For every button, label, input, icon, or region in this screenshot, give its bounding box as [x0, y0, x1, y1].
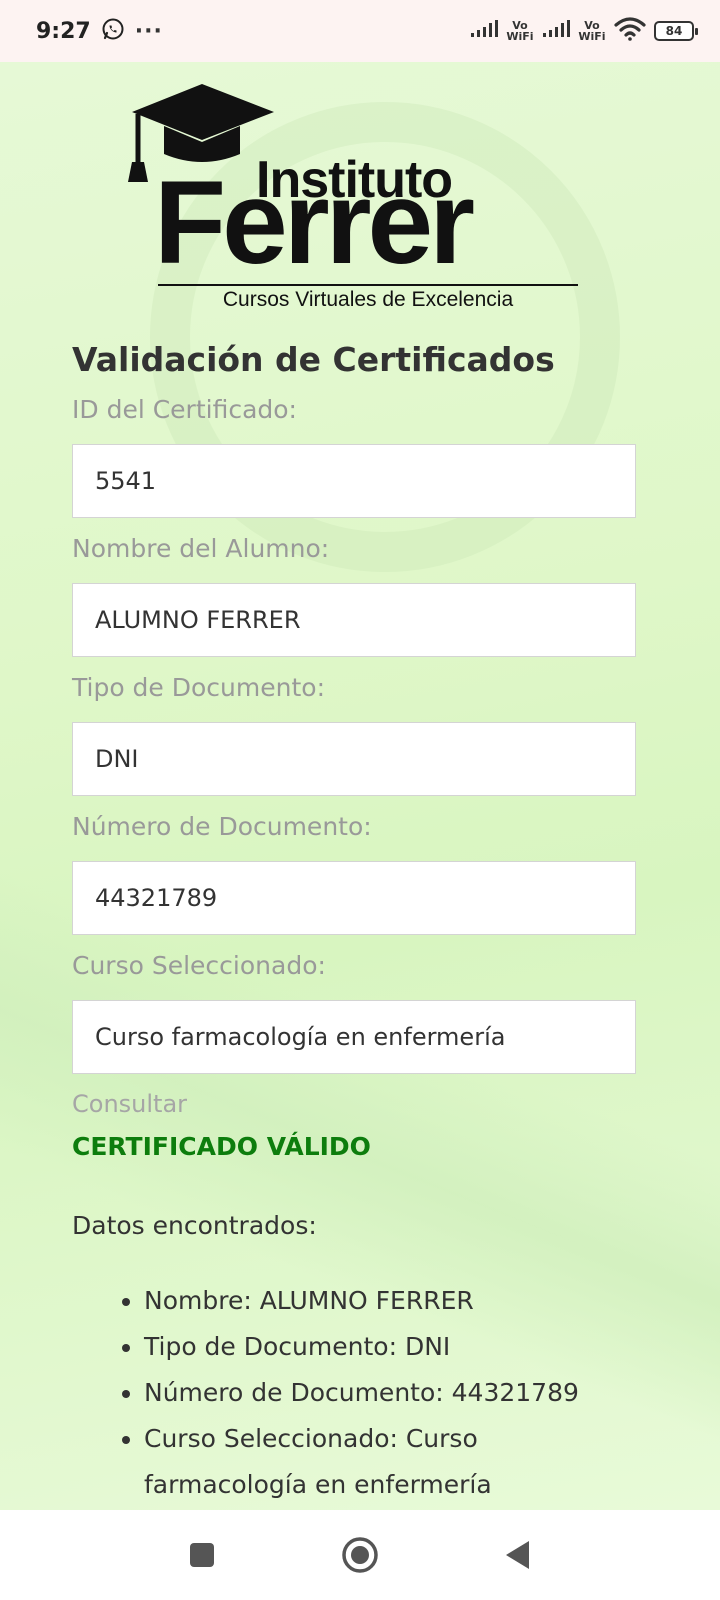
- document-type-label: Tipo de Documento:: [72, 673, 325, 702]
- validation-status: CERTIFICADO VÁLIDO: [72, 1132, 371, 1161]
- certificate-id-input[interactable]: 5541: [72, 444, 636, 518]
- status-bar: 9:27 ··· Vo WiFi Vo WiFi 84: [0, 0, 720, 62]
- home-button[interactable]: [341, 1536, 379, 1574]
- found-name-item: Nombre: ALUMNO FERRER: [122, 1278, 636, 1324]
- document-number-label: Número de Documento:: [72, 812, 372, 841]
- found-data-heading: Datos encontrados:: [72, 1211, 317, 1240]
- status-left: 9:27 ···: [36, 17, 163, 45]
- signal-icon: [542, 19, 570, 43]
- student-name-input[interactable]: ALUMNO FERRER: [72, 583, 636, 657]
- battery-icon: 84: [654, 21, 698, 41]
- wifi-icon: [614, 17, 646, 45]
- validation-form: Validación de Certificados ID del Certif…: [72, 340, 636, 1508]
- found-course-item: Curso Seleccionado: Curso farmacología e…: [122, 1416, 636, 1508]
- recents-square-icon: [190, 1543, 214, 1567]
- found-document-number-item: Número de Documento: 44321789: [122, 1370, 636, 1416]
- document-number-input[interactable]: 44321789: [72, 861, 636, 935]
- logo-tagline: Cursos Virtuales de Excelencia: [222, 288, 514, 311]
- signal-icon: [470, 19, 498, 43]
- selected-course-label: Curso Seleccionado:: [72, 951, 326, 980]
- recents-button[interactable]: [183, 1536, 221, 1574]
- back-button[interactable]: [499, 1536, 537, 1574]
- page-content: Instituto Ferrer Cursos Virtuales de Exc…: [0, 62, 720, 1510]
- vowifi-label-1: Vo WiFi: [506, 19, 534, 43]
- navigation-bar: [0, 1510, 720, 1600]
- more-notifications-icon: ···: [134, 18, 163, 44]
- logo-divider: [158, 284, 578, 286]
- page-title: Validación de Certificados: [72, 340, 555, 379]
- student-name-label: Nombre del Alumno:: [72, 534, 330, 563]
- home-circle-icon: [342, 1537, 378, 1573]
- status-right: Vo WiFi Vo WiFi 84: [470, 17, 698, 45]
- battery-level: 84: [665, 24, 683, 38]
- certificate-id-label: ID del Certificado:: [72, 395, 297, 424]
- back-triangle-icon: [506, 1541, 529, 1569]
- consult-button[interactable]: Consultar: [72, 1090, 636, 1118]
- whatsapp-icon: [101, 17, 125, 45]
- document-type-input[interactable]: DNI: [72, 722, 636, 796]
- found-data-list: Nombre: ALUMNO FERRER Tipo de Documento:…: [72, 1278, 636, 1508]
- logo-ferrer-text: Ferrer: [154, 157, 475, 289]
- selected-course-input[interactable]: Curso farmacología en enfermería: [72, 1000, 636, 1074]
- status-time: 9:27: [36, 18, 91, 44]
- found-document-type-item: Tipo de Documento: DNI: [122, 1324, 636, 1370]
- vowifi-label-2: Vo WiFi: [578, 19, 606, 43]
- institute-logo: Instituto Ferrer Cursos Virtuales de Exc…: [128, 72, 598, 312]
